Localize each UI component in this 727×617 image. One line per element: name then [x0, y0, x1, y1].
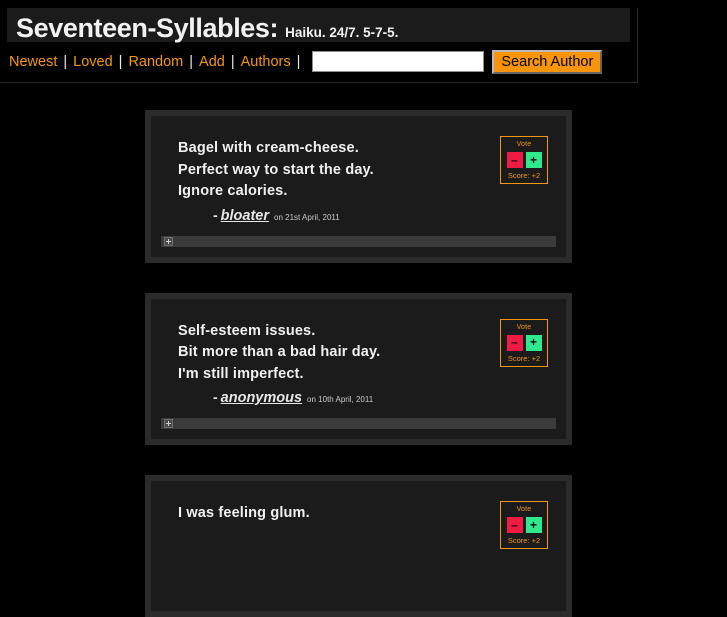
nav-separator: | — [189, 53, 194, 70]
attribution-dash: - — [213, 389, 218, 405]
vote-score: Score: +2 — [507, 353, 541, 363]
haiku-poem: I was feeling glum. — [178, 503, 310, 525]
title-bar: Seventeen-Syllables: Haiku. 24/7. 5-7-5. — [7, 8, 630, 42]
nav-link-random[interactable]: Random — [128, 54, 183, 70]
haiku-content: I was feeling glum. — [178, 503, 310, 525]
haiku-poem: Self-esteem issues. Bit more than a bad … — [178, 321, 380, 386]
haiku-card-body: Self-esteem issues. Bit more than a bad … — [178, 318, 548, 407]
haiku-attribution: - bloater on 21st April, 2011 — [178, 208, 374, 224]
haiku-line: Bagel with cream-cheese. — [178, 140, 359, 156]
vote-up-button[interactable]: + — [525, 334, 542, 351]
vote-buttons: – + — [501, 334, 547, 351]
card-footer-bar — [161, 235, 556, 247]
haiku-date: on 10th April, 2011 — [307, 395, 374, 404]
haiku-card: Self-esteem issues. Bit more than a bad … — [151, 298, 566, 439]
haiku-line: Perfect way to start the day. — [178, 161, 374, 178]
vote-box: Vote – + Score: +2 — [500, 501, 548, 549]
author-link[interactable]: anonymous — [221, 390, 302, 406]
haiku-content: Bagel with cream-cheese. Perfect way to … — [178, 138, 374, 224]
vote-down-button[interactable]: – — [506, 152, 523, 168]
vote-box: Vote – + Score: +2 — [500, 136, 548, 184]
vote-down-button[interactable]: – — [506, 517, 523, 533]
haiku-card-body: Bagel with cream-cheese. Perfect way to … — [178, 136, 548, 224]
haiku-content: Self-esteem issues. Bit more than a bad … — [178, 321, 380, 407]
haiku-line: Self-esteem issues. — [178, 322, 316, 339]
author-link[interactable]: bloater — [221, 208, 269, 224]
haiku-card-frame: Self-esteem issues. Bit more than a bad … — [145, 292, 572, 445]
search-author-input[interactable] — [312, 51, 485, 72]
haiku-date: on 21st April, 2011 — [274, 212, 340, 222]
nav-separator: | — [296, 53, 301, 70]
nav-link-authors[interactable]: Authors — [241, 54, 291, 70]
vote-box: Vote – + Score: +2 — [500, 318, 548, 367]
vote-buttons: – + — [501, 152, 547, 168]
site-header: Seventeen-Syllables: Haiku. 24/7. 5-7-5.… — [0, 8, 638, 83]
haiku-line: Ignore calories. — [178, 183, 288, 199]
vote-label: Vote — [516, 506, 532, 513]
nav-link-newest[interactable]: Newest — [9, 54, 57, 70]
page-title: Seventeen-Syllables: — [16, 13, 279, 43]
haiku-attribution: - anonymous on 10th April, 2011 — [178, 390, 380, 406]
vote-down-button[interactable]: – — [506, 334, 523, 351]
haiku-card-body: I was feeling glum. Vote – + Score: +2 — [178, 501, 548, 549]
vote-up-button[interactable]: + — [525, 517, 542, 533]
broken-image-icon — [164, 236, 173, 246]
vote-score: Score: +2 — [507, 536, 541, 545]
nav-separator: | — [118, 53, 123, 70]
haiku-card-frame: I was feeling glum. Vote – + Score: +2 — [145, 475, 572, 617]
haiku-card-frame: Bagel with cream-cheese. Perfect way to … — [145, 110, 572, 263]
haiku-poem: Bagel with cream-cheese. Perfect way to … — [178, 138, 374, 203]
nav-link-loved[interactable]: Loved — [73, 54, 113, 70]
vote-label: Vote — [516, 323, 532, 331]
vote-score: Score: +2 — [507, 171, 541, 180]
card-footer-bar — [161, 418, 556, 429]
vote-buttons: – + — [501, 517, 547, 533]
haiku-line: Bit more than a bad hair day. — [178, 344, 381, 360]
nav-separator: | — [230, 53, 235, 70]
haiku-list: Bagel with cream-cheese. Perfect way to … — [0, 83, 727, 617]
vote-label: Vote — [516, 141, 532, 148]
nav-separator: | — [63, 53, 68, 70]
vote-up-button[interactable]: + — [525, 152, 542, 168]
main-navigation: Newest | Loved | Random | Add | Authors … — [0, 42, 637, 82]
search-author-button[interactable]: Search Author — [492, 49, 603, 74]
haiku-line: I'm still imperfect. — [178, 365, 304, 382]
haiku-line: I was feeling glum. — [178, 505, 310, 521]
broken-image-icon — [164, 419, 173, 428]
nav-link-add[interactable]: Add — [199, 54, 225, 70]
haiku-card: Bagel with cream-cheese. Perfect way to … — [151, 116, 566, 257]
haiku-card: I was feeling glum. Vote – + Score: +2 — [151, 481, 566, 611]
site-tagline: Haiku. 24/7. 5-7-5. — [285, 25, 399, 40]
attribution-dash: - — [213, 206, 218, 223]
